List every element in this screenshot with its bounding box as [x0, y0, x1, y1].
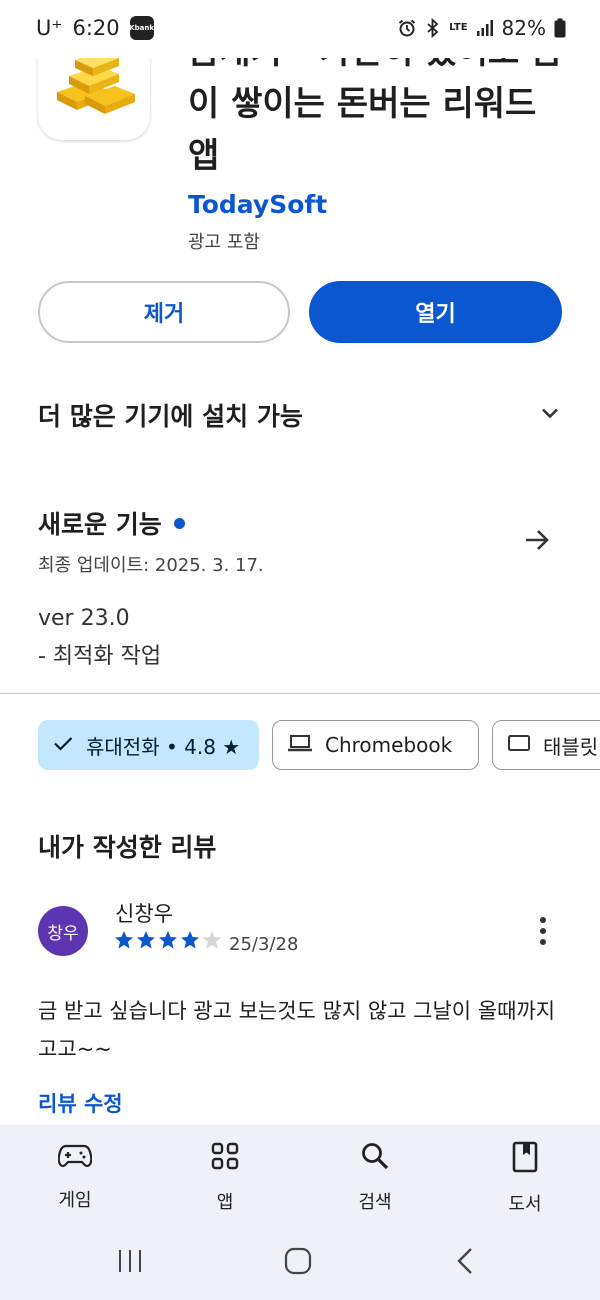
more-devices-label: 더 많은 기기에 설치 가능: [38, 402, 303, 431]
whats-new-title: 새로운 기능: [38, 510, 162, 539]
star-empty-icon: [203, 931, 221, 949]
edit-review-link[interactable]: 리뷰 수정: [38, 1088, 123, 1118]
kbank-notification-icon: Kbank: [129, 16, 154, 40]
avatar: 창우: [38, 906, 88, 956]
search-icon: [360, 1141, 390, 1176]
nav-label-apps: 앱: [216, 1192, 234, 1213]
my-review-title: 내가 작성한 리뷰: [38, 833, 217, 862]
lte-icon: LTE: [449, 22, 468, 33]
alarm-icon: [397, 18, 417, 38]
developer-link[interactable]: TodaySoft: [188, 190, 327, 219]
carrier-label: U⁺: [36, 16, 63, 40]
star-filled-icon: [137, 931, 155, 949]
tablet-icon: [507, 733, 531, 758]
whats-new-section[interactable]: 새로운 기능 최종 업데이트: 2025. 3. 17.: [38, 505, 562, 576]
nav-item-search[interactable]: 검색: [300, 1125, 450, 1225]
nav-label-games: 게임: [58, 1190, 92, 1211]
review-date: 25/3/28: [229, 934, 299, 955]
nav-item-apps[interactable]: 앱: [150, 1125, 300, 1225]
chip-phone[interactable]: 휴대전화 • 4.8 ★: [38, 720, 259, 770]
star-filled-icon: [181, 931, 199, 949]
home-icon[interactable]: [284, 1247, 312, 1279]
nav-label-books: 도서: [508, 1194, 542, 1215]
star-filled-icon: [159, 931, 177, 949]
avatar-text: 창우: [47, 923, 79, 944]
chip-chromebook-label: Chromebook: [325, 733, 453, 757]
arrow-right-icon[interactable]: [522, 525, 552, 559]
last-updated-label: 최종 업데이트: 2025. 3. 17.: [38, 555, 264, 576]
laptop-icon: [287, 732, 313, 759]
star-rating: [114, 930, 222, 950]
bluetooth-icon: [425, 18, 441, 38]
star-filled-icon: [115, 931, 133, 949]
chevron-down-icon: [538, 401, 562, 429]
apps-grid-icon: [210, 1141, 240, 1176]
recent-apps-icon[interactable]: [117, 1247, 143, 1279]
uninstall-button[interactable]: 제거: [38, 281, 290, 343]
release-note-item: - 최적화 작업: [38, 644, 162, 669]
open-button-label: 열기: [415, 302, 456, 327]
check-icon: [52, 732, 74, 759]
back-icon[interactable]: [455, 1247, 475, 1279]
open-button[interactable]: 열기: [309, 281, 562, 343]
status-bar: U⁺ 6:20 Kbank LTE 82%: [0, 0, 600, 58]
uninstall-button-label: 제거: [143, 302, 185, 327]
battery-percent: 82%: [501, 16, 546, 40]
review-text: 금 받고 싶습니다 광고 보는것도 많지 않고 그날이 올때까지 고고~~: [38, 999, 556, 1061]
book-icon: [511, 1141, 539, 1178]
contains-ads-label: 광고 포함: [188, 232, 260, 253]
system-nav-bar: [0, 1225, 600, 1300]
gamepad-icon: [57, 1141, 93, 1174]
nav-item-games[interactable]: 게임: [0, 1125, 150, 1225]
version-label: ver 23.0: [38, 606, 130, 631]
bottom-nav: 게임 앱 검색 도서: [0, 1125, 600, 1225]
new-indicator-dot: [173, 517, 185, 529]
more-options-icon[interactable]: [530, 913, 556, 949]
reviewer-name: 신창우: [115, 902, 173, 926]
chip-tablet[interactable]: 태블릿: [492, 720, 600, 770]
nav-item-books[interactable]: 도서: [450, 1125, 600, 1225]
release-notes: ver 23.0 - 최적화 작업: [38, 600, 161, 676]
battery-icon: [554, 18, 566, 38]
more-devices-row[interactable]: 더 많은 기기에 설치 가능: [38, 392, 562, 438]
divider: [0, 693, 600, 694]
nav-label-search: 검색: [358, 1192, 392, 1213]
chip-chromebook[interactable]: Chromebook: [272, 720, 479, 770]
clock: 6:20: [72, 16, 120, 40]
signal-icon: [476, 19, 494, 37]
chip-tablet-label: 태블릿: [543, 734, 599, 759]
chip-phone-label: 휴대전화 • 4.8 ★: [86, 734, 241, 759]
